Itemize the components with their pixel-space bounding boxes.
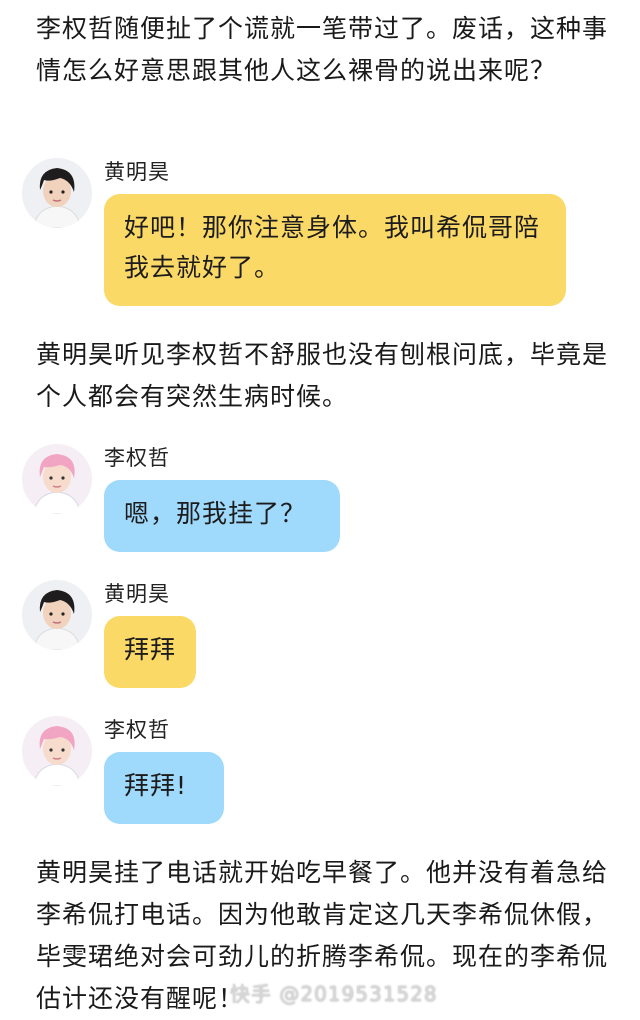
sender-name: 李权哲 (104, 446, 170, 470)
avatar-pink-hair-icon[interactable] (22, 716, 92, 786)
sender-name: 黄明昊 (104, 582, 170, 606)
avatar-dark-hair-icon[interactable] (22, 580, 92, 650)
chat-bubble: 拜拜 (104, 616, 196, 688)
avatar-pink-hair-icon[interactable] (22, 444, 92, 514)
chat-bubble: 好吧！那你注意身体。我叫希侃哥陪我去就好了。 (104, 194, 566, 306)
story-paragraph-1: 李权哲随便扯了个谎就一笔带过了。废话，这种事情怎么好意思跟其他人这么裸骨的说出来… (36, 14, 609, 85)
sender-name: 李权哲 (104, 718, 170, 742)
story-paragraph-2: 黄明昊听见李权哲不舒服也没有刨根问底，毕竟是个人都会有突然生病时候。 (36, 340, 609, 411)
avatar-dark-hair-icon[interactable] (22, 158, 92, 228)
chat-bubble: 拜拜! (104, 752, 224, 824)
chat-bubble: 嗯，那我挂了？ (104, 480, 340, 552)
watermark: 快手 @2019531528 (230, 982, 438, 1006)
sender-name: 黄明昊 (104, 160, 170, 184)
